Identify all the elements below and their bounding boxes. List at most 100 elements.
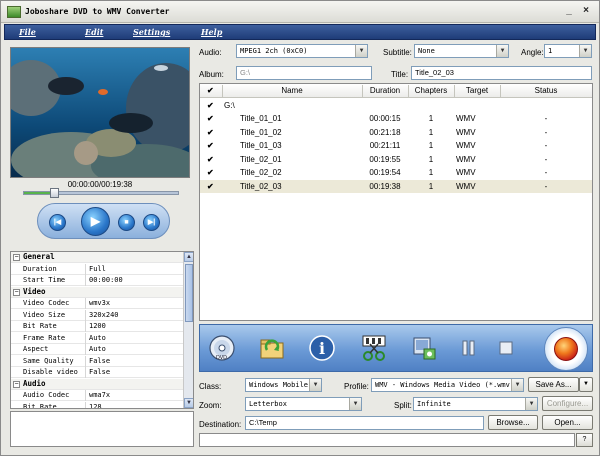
seek-handle[interactable]: [50, 188, 59, 198]
info-icon[interactable]: i: [308, 334, 336, 362]
table-row[interactable]: ✔ Title_02_01 00:19:55 1 WMV -: [200, 153, 592, 166]
destination-field[interactable]: C:\Temp: [245, 416, 484, 430]
trim-scissors-icon[interactable]: [360, 334, 388, 362]
property-value[interactable]: Full: [89, 264, 106, 274]
scroll-up-icon[interactable]: ▲: [184, 252, 193, 262]
tree-root-row[interactable]: ✔ G:\: [200, 99, 592, 112]
row-checkbox[interactable]: ✔: [207, 128, 215, 137]
chevron-down-icon[interactable]: ▼: [579, 45, 591, 57]
collapse-icon[interactable]: −: [13, 254, 20, 261]
snapshot-icon[interactable]: [410, 334, 438, 362]
collapse-icon[interactable]: −: [13, 380, 20, 388]
split-select[interactable]: Infinite ▼: [413, 397, 538, 411]
property-value[interactable]: 128: [89, 402, 102, 409]
table-row[interactable]: ✔ Title_01_01 00:00:15 1 WMV -: [200, 112, 592, 125]
property-row[interactable]: Frame Rate Auto: [11, 332, 183, 344]
property-value[interactable]: 1200: [89, 321, 106, 331]
chevron-down-icon[interactable]: ▼: [511, 379, 523, 391]
close-icon[interactable]: ×: [580, 6, 592, 17]
minimize-icon[interactable]: _: [563, 6, 575, 17]
property-value[interactable]: 320x240: [89, 310, 119, 320]
angle-select[interactable]: 1 ▼: [544, 44, 592, 58]
previous-icon[interactable]: |◀: [49, 214, 66, 231]
column-duration[interactable]: Duration: [362, 86, 408, 95]
stop-icon[interactable]: ■: [118, 214, 135, 231]
window-title: Joboshare DVD to WMV Converter: [25, 7, 170, 16]
property-group-label: General: [23, 252, 55, 261]
chevron-down-icon[interactable]: ▼: [349, 398, 361, 410]
property-row[interactable]: Duration Full: [11, 263, 183, 275]
property-group[interactable]: − Audio: [11, 378, 183, 390]
property-row[interactable]: Bit Rate 1200: [11, 321, 183, 332]
menu-settings[interactable]: Settings: [133, 27, 170, 37]
table-row[interactable]: ✔ Title_02_02 00:19:54 1 WMV -: [200, 166, 592, 179]
scroll-down-icon[interactable]: ▼: [184, 398, 193, 408]
chevron-down-icon[interactable]: ▼: [309, 379, 321, 391]
help-button[interactable]: ?: [576, 433, 593, 447]
stop-icon[interactable]: [492, 334, 520, 362]
property-value[interactable]: wmv3x: [89, 298, 110, 308]
properties-scrollbar[interactable]: ▲ ▼: [183, 252, 193, 408]
row-checkbox[interactable]: ✔: [207, 182, 215, 191]
property-value[interactable]: wma7x: [89, 390, 110, 400]
chevron-down-icon[interactable]: ▼: [525, 398, 537, 410]
property-group[interactable]: − Video: [11, 286, 183, 298]
column-status[interactable]: Status: [500, 86, 592, 95]
property-row[interactable]: Bit Rate 128: [11, 401, 183, 409]
open-button[interactable]: Open...: [542, 415, 593, 430]
row-checkbox[interactable]: ✔: [207, 115, 215, 123]
menu-file[interactable]: File: [19, 27, 36, 37]
column-name[interactable]: Name: [222, 86, 362, 95]
table-row[interactable]: ✔ Title_02_03 00:19:38 1 WMV -: [200, 179, 592, 193]
convert-button[interactable]: [544, 327, 588, 371]
class-select[interactable]: Windows Mobile ▼: [245, 378, 322, 392]
next-icon[interactable]: ▶|: [143, 214, 160, 231]
row-checkbox[interactable]: ✔: [207, 155, 215, 164]
load-dvd-icon[interactable]: DVD: [208, 334, 236, 362]
subtitle-select[interactable]: None ▼: [414, 44, 509, 58]
property-value[interactable]: Auto: [89, 344, 106, 354]
row-checkbox[interactable]: ✔: [207, 142, 215, 150]
property-row[interactable]: Video Size 320x240: [11, 309, 183, 321]
album-label: Album:: [199, 70, 224, 79]
table-row[interactable]: ✔ Title_01_02 00:21:18 1 WMV -: [200, 126, 592, 139]
cell-name: Title_01_02: [240, 127, 282, 137]
save-as-dropdown-icon[interactable]: ▼: [579, 377, 593, 392]
zoom-select[interactable]: Letterbox ▼: [245, 397, 362, 411]
title-field[interactable]: Title_02_03: [411, 66, 592, 80]
property-row[interactable]: Start Time 00:00:00: [11, 275, 183, 286]
row-checkbox[interactable]: ✔: [207, 169, 215, 177]
profile-select[interactable]: WMV - Windows Media Video (*.wmv) ▼: [371, 378, 524, 392]
property-row[interactable]: Audio Codec wma7x: [11, 390, 183, 401]
seek-slider[interactable]: [23, 191, 179, 195]
row-checkbox[interactable]: ✔: [207, 102, 215, 110]
menu-help[interactable]: Help: [201, 27, 222, 37]
album-field[interactable]: G:\: [236, 66, 372, 80]
property-row[interactable]: Disable video False: [11, 367, 183, 378]
pause-icon[interactable]: [454, 334, 482, 362]
chevron-down-icon[interactable]: ▼: [355, 45, 367, 57]
property-value[interactable]: False: [89, 356, 110, 366]
property-group[interactable]: − General: [11, 252, 183, 263]
configure-button[interactable]: Configure...: [542, 396, 593, 411]
column-target[interactable]: Target: [454, 86, 500, 95]
scroll-thumb[interactable]: [185, 264, 193, 322]
collapse-icon[interactable]: −: [13, 288, 20, 296]
play-icon[interactable]: ▶: [81, 207, 110, 236]
load-folder-icon[interactable]: [258, 334, 286, 362]
property-value[interactable]: Auto: [89, 333, 106, 343]
property-row[interactable]: Aspect Auto: [11, 344, 183, 355]
chevron-down-icon[interactable]: ▼: [496, 45, 508, 57]
save-as-button[interactable]: Save As...: [528, 377, 579, 392]
cell-name: Title_02_03: [240, 181, 282, 191]
select-all-checkbox[interactable]: ✔: [207, 87, 215, 95]
table-row[interactable]: ✔ Title_01_03 00:21:11 1 WMV -: [200, 139, 592, 152]
column-chapters[interactable]: Chapters: [408, 86, 454, 95]
menu-edit[interactable]: Edit: [85, 27, 103, 37]
audio-select[interactable]: MPEG1 2ch (0xC0) ▼: [236, 44, 368, 58]
property-row[interactable]: Same Quality False: [11, 355, 183, 367]
property-row[interactable]: Video Codec wmv3x: [11, 298, 183, 309]
property-value[interactable]: False: [89, 367, 110, 377]
browse-button[interactable]: Browse...: [488, 415, 538, 430]
property-value[interactable]: 00:00:00: [89, 275, 123, 285]
